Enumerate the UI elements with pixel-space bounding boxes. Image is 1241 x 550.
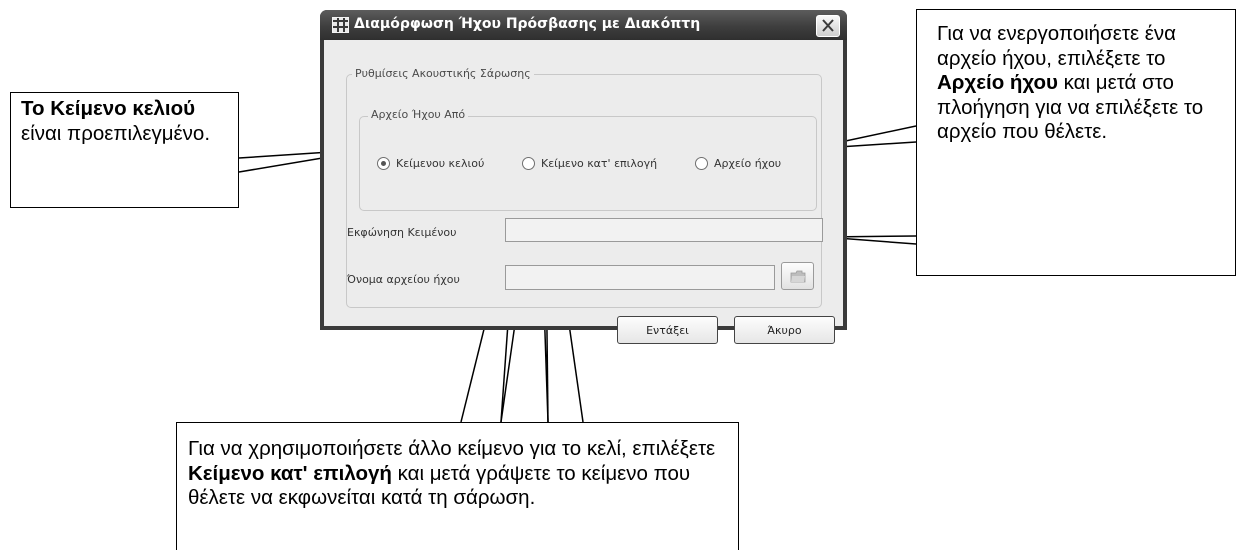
close-button[interactable] [816, 15, 840, 37]
close-icon [822, 19, 834, 32]
callout-left-text: είναι προεπιλεγμένο. [21, 121, 211, 145]
radio-custom-text[interactable]: Κείμενο κατ' επιλογή [522, 157, 657, 170]
dialog-body: Ρυθμίσεις Ακουστικής Σάρωσης Αρχείο Ήχου… [324, 40, 843, 344]
callout-bottom-bold: Κείμενο κατ' επιλογή [188, 461, 392, 485]
ok-button[interactable]: Εντάξει [617, 316, 718, 344]
callout-default-option: Το Κείμενο κελιού είναι προεπιλεγμένο. [10, 92, 239, 208]
radio-cell-text[interactable]: Κείμενου κελιού [377, 157, 484, 170]
radio-button[interactable] [522, 157, 535, 170]
speech-text-label: Εκφώνηση Κειμένου [347, 226, 457, 239]
grid-icon [332, 17, 349, 33]
radio-label: Κείμενου κελιού [396, 157, 485, 170]
callout-bottom-text-1: Για να χρησιμοποιήσετε άλλο κείμενο για … [188, 437, 716, 460]
dialog-title: Διαμόρφωση Ήχου Πρόσβασης με Διακόπτη [354, 16, 701, 32]
cancel-button[interactable]: Άκυρο [734, 316, 835, 344]
scan-settings-legend: Ρυθμίσεις Ακουστικής Σάρωσης [352, 67, 534, 80]
callout-right-text-1: Για να ενεργοποιήσετε ένα αρχείο ήχου, ε… [937, 22, 1177, 70]
sound-config-dialog: Διαμόρφωση Ήχου Πρόσβασης με Διακόπτη Ρυ… [320, 10, 847, 344]
radio-sound-file[interactable]: Αρχείο ήχου [695, 157, 781, 170]
radio-label: Κείμενο κατ' επιλογή [541, 157, 658, 170]
radio-button-selected[interactable] [377, 157, 390, 170]
radio-label: Αρχείο ήχου [714, 157, 782, 170]
speech-text-input[interactable] [505, 218, 823, 242]
sound-file-label: Όνομα αρχείου ήχου [347, 273, 460, 286]
sound-source-legend: Αρχείο Ήχου Από [368, 108, 469, 121]
callout-sound-file: Για να ενεργοποιήσετε ένα αρχείο ήχου, ε… [916, 9, 1236, 276]
sound-file-input[interactable] [505, 265, 775, 290]
folder-icon [790, 270, 806, 283]
dialog-titlebar[interactable]: Διαμόρφωση Ήχου Πρόσβασης με Διακόπτη [320, 10, 847, 40]
callout-custom-text: Για να χρησιμοποιήσετε άλλο κείμενο για … [176, 422, 739, 550]
callout-right-bold: Αρχείο ήχου [937, 71, 1058, 94]
callout-left-bold: Το Κείμενο κελιού [21, 97, 196, 120]
radio-button[interactable] [695, 157, 708, 170]
browse-button[interactable] [781, 262, 814, 290]
